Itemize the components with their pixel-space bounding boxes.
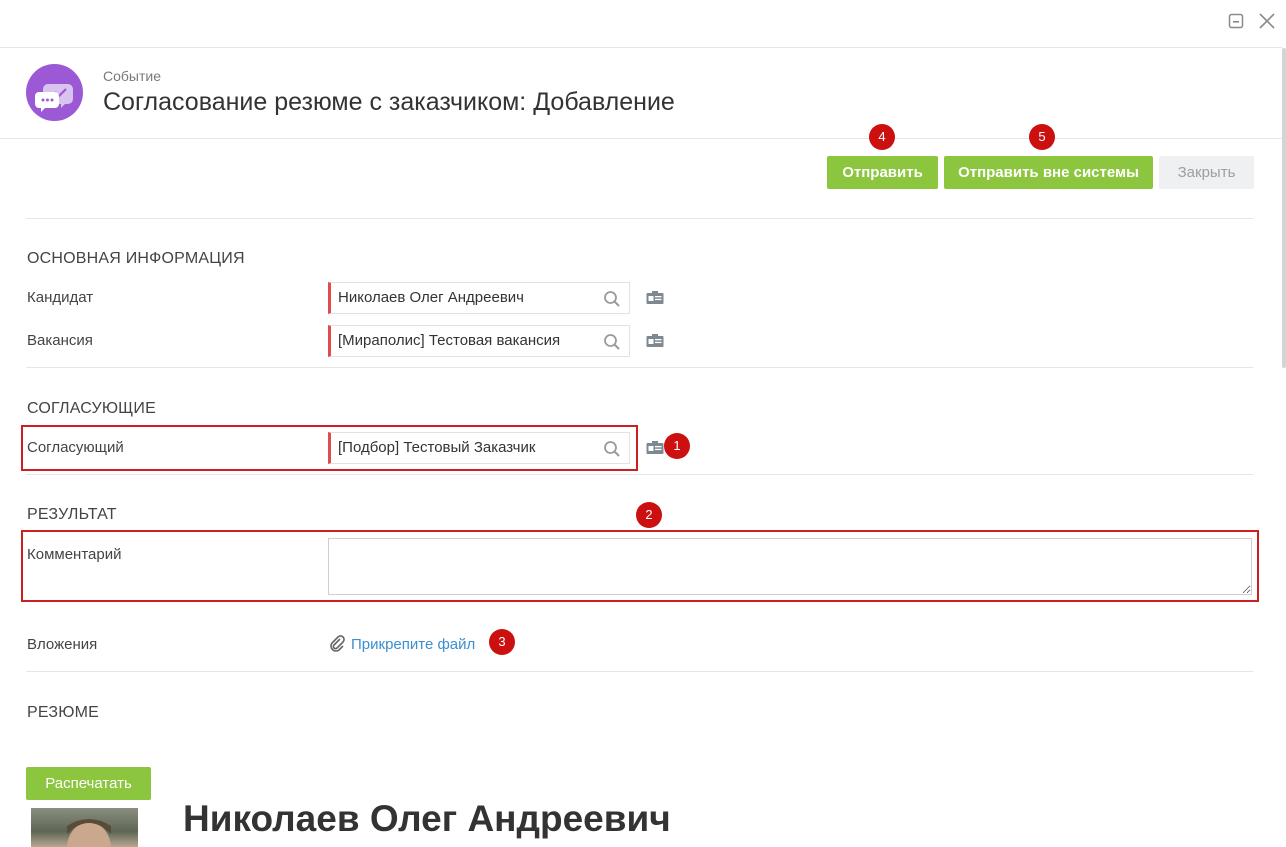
badge-5: 5 (1029, 124, 1055, 150)
card-icon[interactable] (646, 334, 664, 348)
event-avatar (26, 64, 83, 121)
search-icon[interactable] (603, 290, 621, 308)
attach-file-link[interactable]: Прикрепите файл (351, 636, 475, 653)
section-resume: РЕЗЮМЕ (27, 704, 100, 721)
header-divider (0, 138, 1282, 139)
vacancy-label: Вакансия (27, 332, 93, 349)
section-divider (26, 367, 1253, 368)
page-title: Согласование резюме с заказчиком: Добавл… (103, 88, 675, 116)
page-subtitle: Событие (103, 68, 161, 84)
paperclip-icon (330, 635, 345, 652)
scrollbar[interactable] (1282, 48, 1286, 368)
approver-field[interactable]: [Подбор] Тестовый Заказчик (328, 432, 630, 464)
close-icon[interactable] (1258, 12, 1276, 30)
section-approvers: СОГЛАСУЮЩИЕ (27, 400, 156, 417)
comment-textarea[interactable] (328, 538, 1252, 595)
search-icon[interactable] (603, 440, 621, 458)
badge-3: 3 (489, 629, 515, 655)
badge-2: 2 (636, 502, 662, 528)
chat-check-icon (35, 84, 73, 112)
attachments-label: Вложения (27, 636, 98, 653)
approver-value: [Подбор] Тестовый Заказчик (338, 439, 536, 456)
toolbar-divider (26, 218, 1253, 219)
section-divider (26, 671, 1253, 672)
candidate-photo (31, 808, 138, 847)
badge-4: 4 (869, 124, 895, 150)
send-button[interactable]: Отправить (827, 156, 938, 189)
close-button[interactable]: Закрыть (1159, 156, 1254, 189)
card-icon[interactable] (646, 291, 664, 305)
candidate-label: Кандидат (27, 289, 94, 306)
comment-label: Комментарий (27, 546, 122, 563)
vacancy-field[interactable]: [Мираполис] Тестовая вакансия (328, 325, 630, 357)
send-outside-button[interactable]: Отправить вне системы (944, 156, 1153, 189)
minimize-icon[interactable] (1227, 12, 1245, 30)
badge-1: 1 (664, 433, 690, 459)
search-icon[interactable] (603, 333, 621, 351)
card-icon[interactable] (646, 441, 664, 455)
section-result: РЕЗУЛЬТАТ (27, 506, 117, 523)
print-button[interactable]: Распечатать (26, 767, 151, 800)
section-main-info: ОСНОВНАЯ ИНФОРМАЦИЯ (27, 250, 245, 267)
approver-label: Согласующий (27, 439, 124, 456)
divider (0, 47, 1282, 48)
candidate-field[interactable]: Николаев Олег Андреевич (328, 282, 630, 314)
vacancy-value: [Мираполис] Тестовая вакансия (338, 332, 561, 349)
candidate-value: Николаев Олег Андреевич (338, 289, 524, 306)
candidate-name-heading: Николаев Олег Андреевич (183, 798, 671, 839)
section-divider (26, 474, 1253, 475)
